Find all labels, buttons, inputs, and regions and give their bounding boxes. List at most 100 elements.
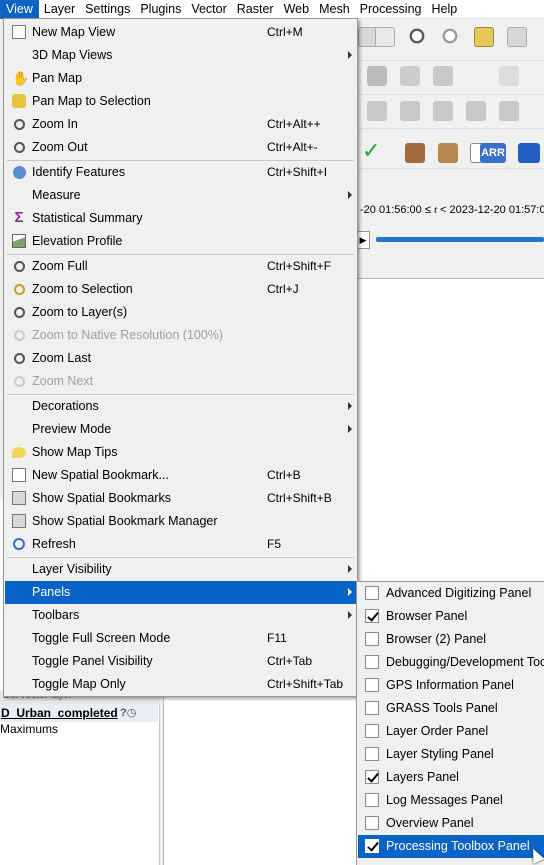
menu-item-pan-map-to-selection[interactable]: Pan Map to Selection <box>5 90 356 113</box>
menubar-processing[interactable]: Processing <box>355 0 427 19</box>
menu-item-3d-map-views[interactable]: 3D Map Views <box>5 44 356 67</box>
zoom-last-toolbar-icon[interactable] <box>408 27 428 47</box>
menu-item-pan-map[interactable]: ✋ Pan Map <box>5 67 356 90</box>
panel-toggle-log-messages-panel[interactable]: Log Messages Panel <box>358 789 544 812</box>
menu-item-zoom-to-selection[interactable]: Zoom to Selection Ctrl+J <box>5 278 356 301</box>
vertex-tool-icon[interactable] <box>367 101 387 121</box>
temporal-play-icon[interactable]: ▶ <box>356 231 370 249</box>
menu-item-identify-features[interactable]: Identify Features Ctrl+Shift+I <box>5 161 356 184</box>
panel-toggle-overview-panel[interactable]: Overview Panel <box>358 812 544 835</box>
menu-item-show-map-tips[interactable]: Show Map Tips <box>5 441 356 464</box>
delete-feature-icon[interactable] <box>433 66 453 86</box>
menu-item-elevation-profile[interactable]: Elevation Profile <box>5 230 356 253</box>
menu-item-refresh[interactable]: Refresh F5 <box>5 533 356 556</box>
copy-icon[interactable] <box>499 66 519 86</box>
menu-item-label: Zoom In <box>32 117 78 131</box>
panel-toggle-layer-styling-panel[interactable]: Layer Styling Panel <box>358 743 544 766</box>
panel-checkbox[interactable] <box>365 678 379 692</box>
panel-toggle-gps-information-panel[interactable]: GPS Information Panel <box>358 674 544 697</box>
map-tips-icon <box>11 444 27 460</box>
menubar-raster[interactable]: Raster <box>232 0 279 19</box>
menubar-plugins[interactable]: Plugins <box>135 0 186 19</box>
submenu-arrow-icon <box>348 51 352 59</box>
elevation-profile-icon <box>11 233 27 249</box>
menu-item-label: Toggle Map Only <box>32 677 126 691</box>
zoom-next-icon <box>11 373 27 389</box>
panel-checkbox[interactable] <box>365 701 379 715</box>
menu-item-toggle-panel-visibility[interactable]: Toggle Panel Visibility Ctrl+Tab <box>5 650 356 673</box>
panel-checkbox[interactable] <box>365 586 379 600</box>
panel-checkbox[interactable] <box>365 793 379 807</box>
menu-item-shortcut: Ctrl+Shift+F <box>267 259 332 273</box>
panel-toggle-label: Advanced Digitizing Panel <box>386 586 532 600</box>
refresh-icon-glyph <box>13 538 25 550</box>
checkmark-icon[interactable]: ✓ <box>362 140 382 162</box>
menu-item-zoom-out[interactable]: Zoom Out Ctrl+Alt+- <box>5 136 356 159</box>
box-package-icon[interactable] <box>438 143 458 163</box>
stripes-plugin-icon[interactable] <box>518 143 540 163</box>
submenu-arrow-icon <box>348 425 352 433</box>
panel-checkbox[interactable] <box>365 724 379 738</box>
submenu-arrow-icon <box>348 565 352 573</box>
panel-toggle-debugging-development-tool[interactable]: Debugging/Development Tool <box>358 651 544 674</box>
menu-item-zoom-last[interactable]: Zoom Last <box>5 347 356 370</box>
menu-item-measure[interactable]: Measure <box>5 184 356 207</box>
panel-checkbox[interactable] <box>365 655 379 669</box>
temporal-slider[interactable] <box>376 237 544 242</box>
panel-toggle-processing-toolbox-panel[interactable]: Processing Toolbox Panel <box>358 835 544 858</box>
menu-item-shortcut: F11 <box>267 631 287 645</box>
menu-item-show-spatial-bookmarks[interactable]: Show Spatial Bookmarks Ctrl+Shift+B <box>5 487 356 510</box>
menu-item-shortcut: Ctrl+B <box>267 468 301 482</box>
menu-item-toggle-map-only[interactable]: Toggle Map Only Ctrl+Shift+Tab <box>5 673 356 696</box>
menu-item-toggle-full-screen-mode[interactable]: Toggle Full Screen Mode F11 <box>5 627 356 650</box>
show-bookmarks-icon-glyph <box>12 491 26 505</box>
panel-checkbox[interactable] <box>365 770 379 784</box>
show-bookmarks-toolbar-icon[interactable] <box>507 27 527 47</box>
save-edits-icon[interactable] <box>400 66 420 86</box>
menu-item-statistical-summary[interactable]: Σ Statistical Summary <box>5 207 356 230</box>
new-bookmark-toolbar-icon[interactable] <box>474 27 494 47</box>
zoom-next-toolbar-icon[interactable] <box>441 27 461 47</box>
panel-toggle-label: Processing Toolbox Panel <box>386 839 530 853</box>
menubar-view[interactable]: View <box>0 0 39 19</box>
layer-indicator-icon[interactable]: ?◷ <box>120 706 136 719</box>
add-ring-icon[interactable] <box>466 101 486 121</box>
menubar-help[interactable]: Help <box>427 0 463 19</box>
menubar-web[interactable]: Web <box>279 0 314 19</box>
menu-item-zoom-full[interactable]: Zoom Full Ctrl+Shift+F <box>5 255 356 278</box>
menu-item-preview-mode[interactable]: Preview Mode <box>5 418 356 441</box>
zoom-one-to-one-icon[interactable] <box>375 27 395 47</box>
panel-toggle-layers-panel[interactable]: Layers Panel <box>358 766 544 789</box>
arr-plugin-icon[interactable]: ARR <box>480 143 506 163</box>
panel-toggle-layer-order-panel[interactable]: Layer Order Panel <box>358 720 544 743</box>
panel-toggle-browser-2-panel[interactable]: Browser (2) Panel <box>358 628 544 651</box>
menu-item-new-spatial-bookmark[interactable]: New Spatial Bookmark... Ctrl+B <box>5 464 356 487</box>
plugin-package-icon[interactable] <box>405 143 425 163</box>
panel-checkbox[interactable] <box>365 839 379 853</box>
rotate-feature-icon[interactable] <box>400 101 420 121</box>
edit-pencil-icon[interactable] <box>367 66 387 86</box>
panel-checkbox[interactable] <box>365 609 379 623</box>
menubar-layer[interactable]: Layer <box>39 0 80 19</box>
menu-item-new-map-view[interactable]: New Map View Ctrl+M <box>5 21 356 44</box>
menubar-settings[interactable]: Settings <box>80 0 135 19</box>
menu-item-zoom-in[interactable]: Zoom In Ctrl+Alt++ <box>5 113 356 136</box>
panel-toggle-advanced-digitizing-panel[interactable]: Advanced Digitizing Panel <box>358 582 544 605</box>
panel-checkbox[interactable] <box>365 632 379 646</box>
panel-checkbox[interactable] <box>365 747 379 761</box>
zoom-selection-icon-glyph <box>13 283 25 295</box>
menu-item-layer-visibility[interactable]: Layer Visibility <box>5 558 356 581</box>
fill-ring-icon[interactable] <box>499 101 519 121</box>
menu-item-toolbars[interactable]: Toolbars <box>5 604 356 627</box>
menu-item-decorations[interactable]: Decorations <box>5 395 356 418</box>
menu-item-zoom-to-layer-s[interactable]: Zoom to Layer(s) <box>5 301 356 324</box>
menu-item-panels[interactable]: Panels <box>5 581 356 604</box>
menubar-mesh[interactable]: Mesh <box>314 0 355 19</box>
menubar-vector[interactable]: Vector <box>186 0 231 19</box>
cut-icon[interactable] <box>466 66 486 86</box>
panel-checkbox[interactable] <box>365 816 379 830</box>
panel-toggle-grass-tools-panel[interactable]: GRASS Tools Panel <box>358 697 544 720</box>
panel-toggle-browser-panel[interactable]: Browser Panel <box>358 605 544 628</box>
menu-item-show-spatial-bookmark-manager[interactable]: Show Spatial Bookmark Manager <box>5 510 356 533</box>
simplify-icon[interactable] <box>433 101 453 121</box>
